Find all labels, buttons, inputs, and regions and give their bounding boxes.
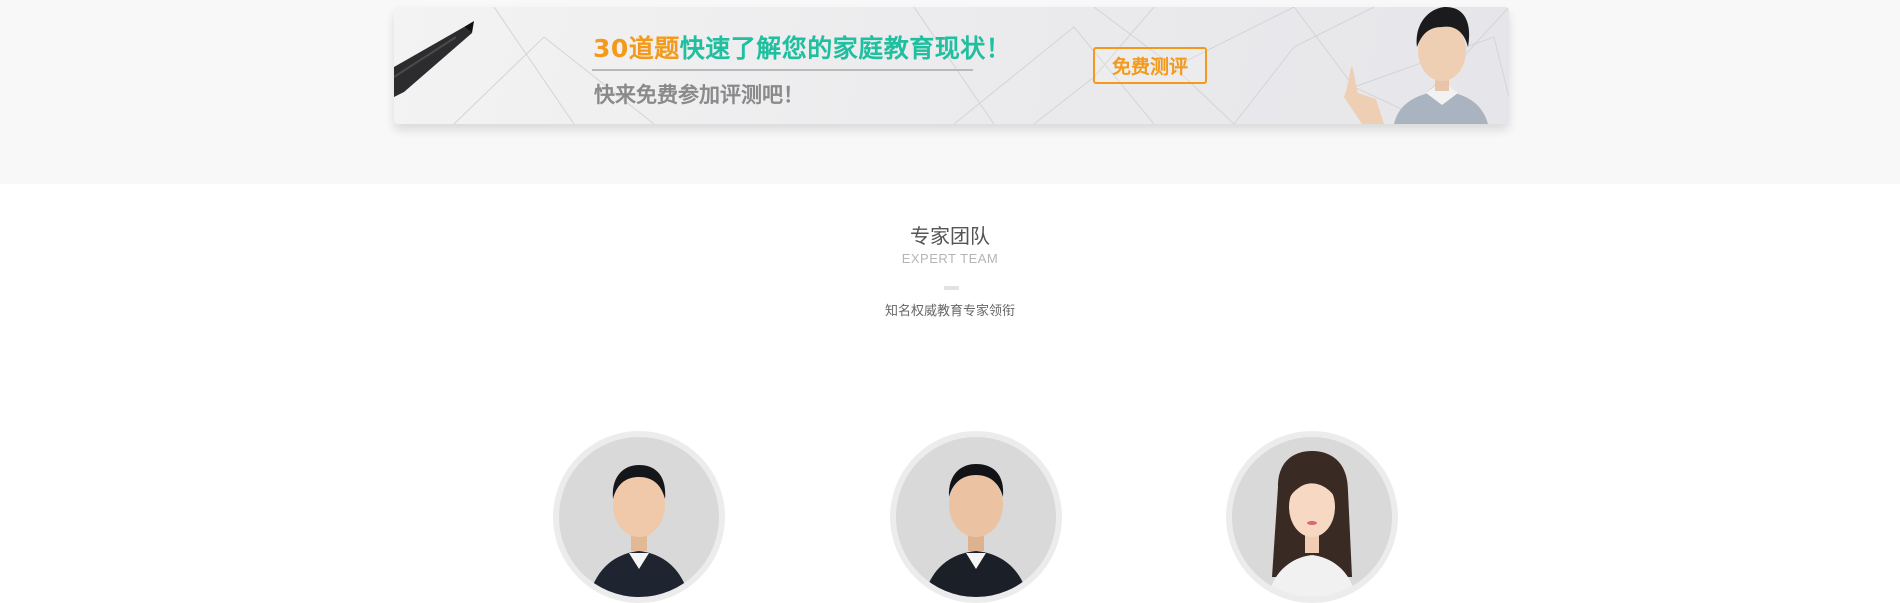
expert-photo-male-1-icon: [589, 465, 689, 597]
free-assessment-button[interactable]: 免费测评: [1093, 47, 1207, 84]
banner-title-main: 快速了解您的家庭教育现状！: [679, 34, 1012, 63]
expert-photo-female-1-icon: [1268, 451, 1356, 597]
expert-card-1[interactable]: [553, 431, 725, 603]
section-description: 知名权威教育专家领衔: [884, 304, 1015, 319]
banner-title: 30道题快速了解您的家庭教育现状！: [593, 29, 1011, 65]
section-divider: [944, 286, 959, 290]
section-subtitle: EXPERT TEAM: [901, 251, 999, 266]
section-title: 专家团队: [910, 224, 990, 248]
presenter-photo: [1344, 7, 1488, 124]
banner-subtitle: 快来免费参加评测吧！: [594, 83, 804, 107]
pen-icon: [394, 21, 474, 97]
expert-card-3[interactable]: [1226, 431, 1398, 603]
banner-divider: [592, 69, 973, 71]
assessment-banner[interactable]: 30道题快速了解您的家庭教育现状！ 快来免费参加评测吧！ 免费测评: [394, 7, 1509, 124]
expert-photo-male-2-icon: [924, 464, 1028, 597]
banner-title-highlight: 30道题: [593, 34, 680, 63]
expert-card-2[interactable]: [890, 431, 1062, 603]
